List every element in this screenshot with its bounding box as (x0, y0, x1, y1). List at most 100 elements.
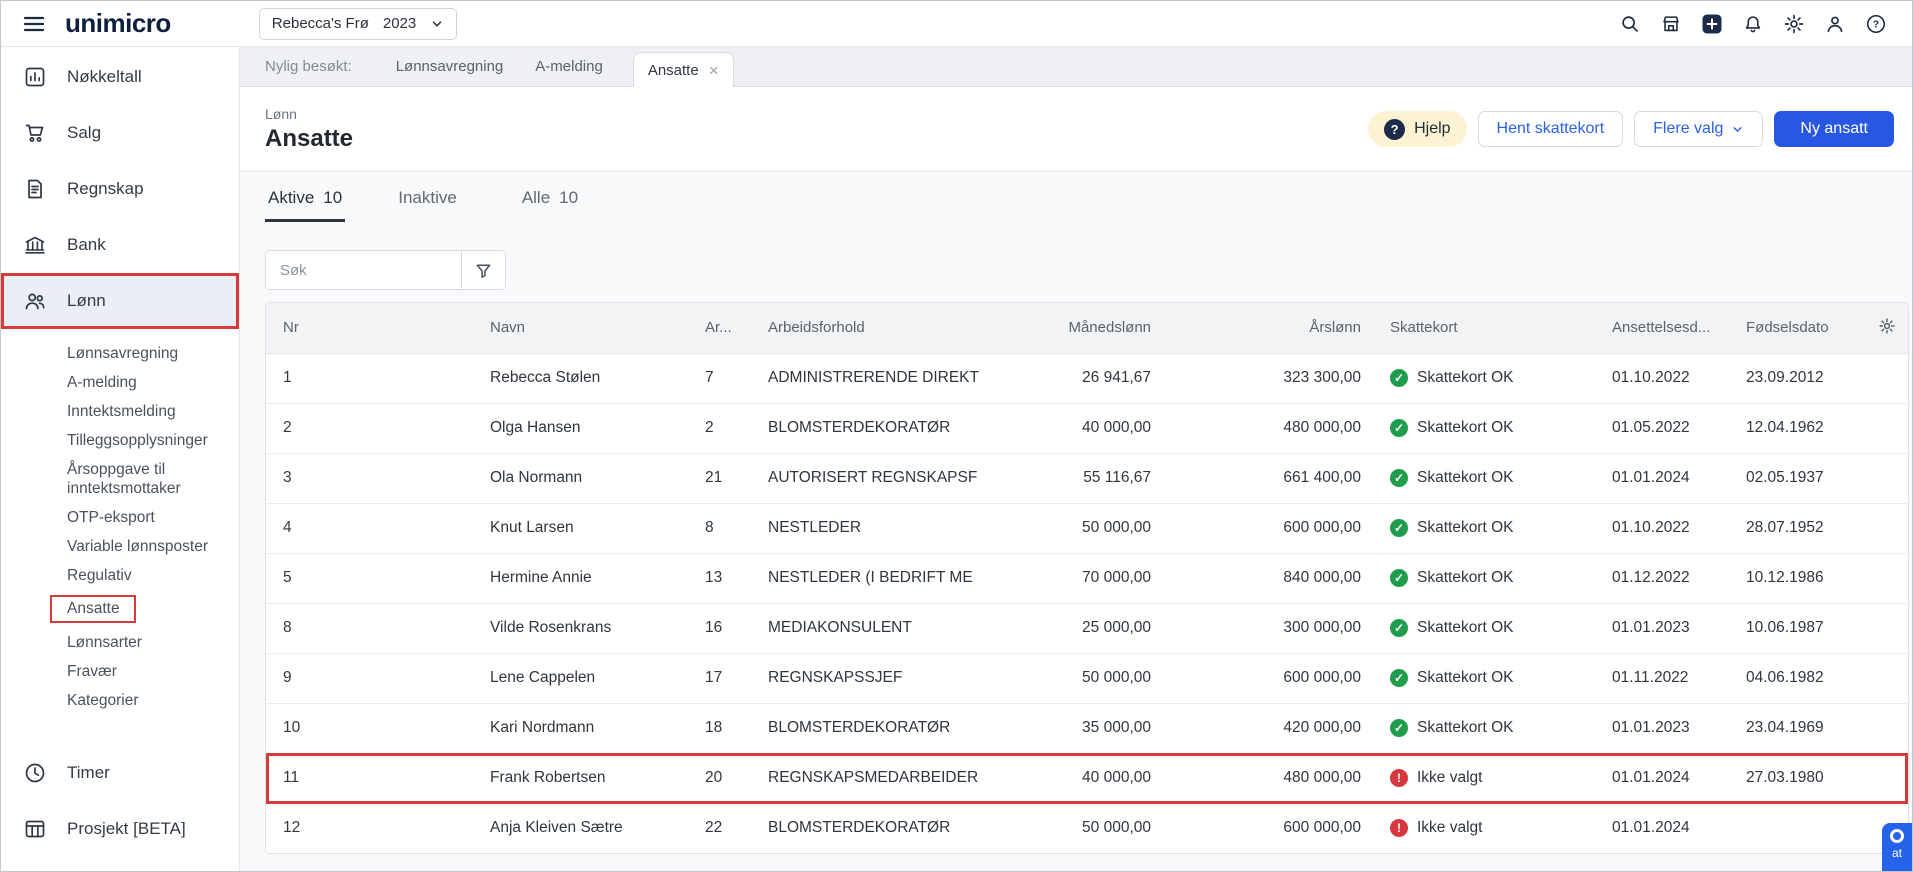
tab-alle[interactable]: Alle 10 (519, 182, 581, 222)
search-icon[interactable] (1618, 12, 1642, 36)
app-logo: unimicro (65, 8, 171, 39)
skattekort-status-icon (1390, 419, 1408, 437)
hamburger-menu-icon[interactable] (19, 9, 49, 39)
filter-icon[interactable] (461, 251, 505, 289)
sidebar-subitem-regulativ[interactable]: Regulativ (1, 561, 239, 590)
chat-icon (1890, 829, 1904, 843)
recent-tab-a-melding[interactable]: A-melding (519, 58, 619, 86)
title-block: Lønn Ansatte (265, 106, 353, 153)
main-content: Nylig besøkt: Lønnsavregning A-melding A… (240, 47, 1912, 871)
sidebar-subitem-variable-lonnsposter[interactable]: Variable lønnsposter (1, 532, 239, 561)
cart-icon (23, 121, 47, 145)
recent-tab-label: Ansatte (648, 62, 699, 79)
col-manedslonn[interactable]: Månedslønn (1046, 303, 1163, 353)
recent-tab-ansatte[interactable]: Ansatte × (633, 52, 734, 87)
notifications-bell-icon[interactable] (1741, 12, 1765, 36)
table-row-highlighted[interactable]: 11 Frank Robertsen 20 REGNSKAPSMEDARBEID… (266, 753, 1909, 803)
table-row[interactable]: 3 Ola Normann 21 AUTORISERT REGNSKAPSF 5… (266, 453, 1909, 503)
app-window: unimicro Rebecca's Frø 2023 (0, 0, 1913, 872)
table-row[interactable]: 12 Anja Kleiven Sætre 22 BLOMSTERDEKORAT… (266, 803, 1909, 853)
people-icon (23, 289, 47, 313)
table-row[interactable]: 10 Kari Nordmann 18 BLOMSTERDEKORATØR 35… (266, 703, 1909, 753)
table-settings-gear-icon[interactable] (1851, 303, 1909, 353)
col-ar[interactable]: Ar... (688, 303, 751, 353)
header-actions: ? Hjelp Hent skattekort Flere valg Ny an… (1368, 111, 1894, 147)
sidebar-item-salg[interactable]: Salg (1, 105, 239, 161)
table-row[interactable]: 5 Hermine Annie 13 NESTLEDER (I BEDRIFT … (266, 553, 1909, 603)
skattekort-status-icon (1390, 469, 1408, 487)
skattekort-status-icon (1390, 569, 1408, 587)
table-row[interactable]: 8 Vilde Rosenkrans 16 MEDIAKONSULENT 25 … (266, 603, 1909, 653)
sidebar-item-timer[interactable]: Timer (1, 745, 239, 801)
sidebar-item-nokkeltall[interactable]: Nøkkeltall (1, 49, 239, 105)
project-board-icon (23, 817, 47, 841)
help-icon[interactable]: ? (1864, 12, 1888, 36)
chevron-down-icon (1731, 123, 1744, 136)
col-navn[interactable]: Navn (473, 303, 688, 353)
chart-icon (23, 65, 47, 89)
topbar: unimicro Rebecca's Frø 2023 (1, 1, 1912, 47)
sidebar-subitem-otp-eksport[interactable]: OTP-eksport (1, 503, 239, 532)
more-options-button[interactable]: Flere valg (1634, 111, 1763, 147)
table-row[interactable]: 9 Lene Cappelen 17 REGNSKAPSSJEF 50 000,… (266, 653, 1909, 703)
skattekort-status-icon (1390, 519, 1408, 537)
close-icon[interactable]: × (709, 62, 719, 79)
table-header-row: Nr Navn Ar... Arbeidsforhold Månedslønn … (266, 303, 1909, 353)
add-new-icon[interactable] (1700, 12, 1724, 36)
chat-label: at (1892, 846, 1902, 860)
svg-text:?: ? (1873, 19, 1879, 30)
view-tabs: Aktive 10 Inaktive Alle 10 (265, 182, 1912, 222)
col-ansettelsesdato[interactable]: Ansettelsesd... (1595, 303, 1729, 353)
user-profile-icon[interactable] (1823, 12, 1847, 36)
sidebar-subitem-tilleggsopplysninger[interactable]: Tilleggsopplysninger (1, 426, 239, 455)
sidebar-item-label: Salg (67, 123, 101, 143)
col-arslonn[interactable]: Årslønn (1163, 303, 1373, 353)
tab-count: 10 (559, 188, 578, 211)
new-employee-button[interactable]: Ny ansatt (1774, 111, 1894, 147)
skattekort-status-icon (1390, 369, 1408, 387)
sidebar-subitem-kategorier[interactable]: Kategorier (1, 686, 239, 715)
sidebar-subitem-lonnsavregning[interactable]: Lønnsavregning (1, 339, 239, 368)
help-button[interactable]: ? Hjelp (1368, 111, 1466, 147)
search-row (265, 250, 1912, 290)
settings-gear-icon[interactable] (1782, 12, 1806, 36)
page-title: Ansatte (265, 125, 353, 153)
marketplace-icon[interactable] (1659, 12, 1683, 36)
sidebar-item-label: Regnskap (67, 179, 144, 199)
col-skattekort[interactable]: Skattekort (1373, 303, 1595, 353)
sidebar-item-regnskap[interactable]: Regnskap (1, 161, 239, 217)
sidebar-subitem-inntektsmelding[interactable]: Inntektsmelding (1, 397, 239, 426)
skattekort-status-icon (1390, 769, 1408, 787)
recent-tab-lonnsavregning[interactable]: Lønnsavregning (380, 58, 520, 86)
skattekort-status-icon (1390, 669, 1408, 687)
sidebar-item-bank[interactable]: Bank (1, 217, 239, 273)
table-row[interactable]: 1 Rebecca Stølen 7 ADMINISTRERENDE DIREK… (266, 353, 1909, 403)
company-selector[interactable]: Rebecca's Frø 2023 (259, 8, 457, 40)
company-year: 2023 (383, 15, 416, 32)
sidebar-subitem-lonnsarter[interactable]: Lønnsarter (1, 628, 239, 657)
breadcrumb: Lønn (265, 106, 353, 122)
sidebar-item-label: Prosjekt [BETA] (67, 819, 186, 839)
tab-count: 10 (323, 188, 342, 208)
col-nr[interactable]: Nr (266, 303, 473, 353)
col-arbeidsforhold[interactable]: Arbeidsforhold (751, 303, 1046, 353)
tab-inaktive[interactable]: Inaktive (395, 182, 469, 222)
sidebar-subitem-fravar[interactable]: Fravær (1, 657, 239, 686)
bank-icon (23, 233, 47, 257)
search-box (265, 250, 506, 290)
skattekort-status-icon (1390, 719, 1408, 737)
skattekort-status-icon (1390, 819, 1408, 837)
sidebar-subitem-arsoppgave[interactable]: Årsoppgave til inntektsmottaker (1, 455, 239, 503)
sidebar-item-lonn[interactable]: Lønn (1, 273, 239, 329)
table-row[interactable]: 2 Olga Hansen 2 BLOMSTERDEKORATØR 40 000… (266, 403, 1909, 453)
sidebar-subitem-ansatte[interactable]: Ansatte (1, 590, 239, 628)
get-taxcards-button[interactable]: Hent skattekort (1478, 111, 1624, 147)
chat-widget[interactable]: at (1882, 823, 1912, 871)
sidebar-subitem-a-melding[interactable]: A-melding (1, 368, 239, 397)
sidebar-item-label: Nøkkeltall (67, 67, 142, 87)
sidebar-item-prosjekt[interactable]: Prosjekt [BETA] (1, 801, 239, 857)
search-input[interactable] (266, 251, 461, 289)
table-row[interactable]: 4 Knut Larsen 8 NESTLEDER 50 000,00 600 … (266, 503, 1909, 553)
col-fodselsdato[interactable]: Fødselsdato (1729, 303, 1851, 353)
tab-aktive[interactable]: Aktive 10 (265, 182, 345, 222)
